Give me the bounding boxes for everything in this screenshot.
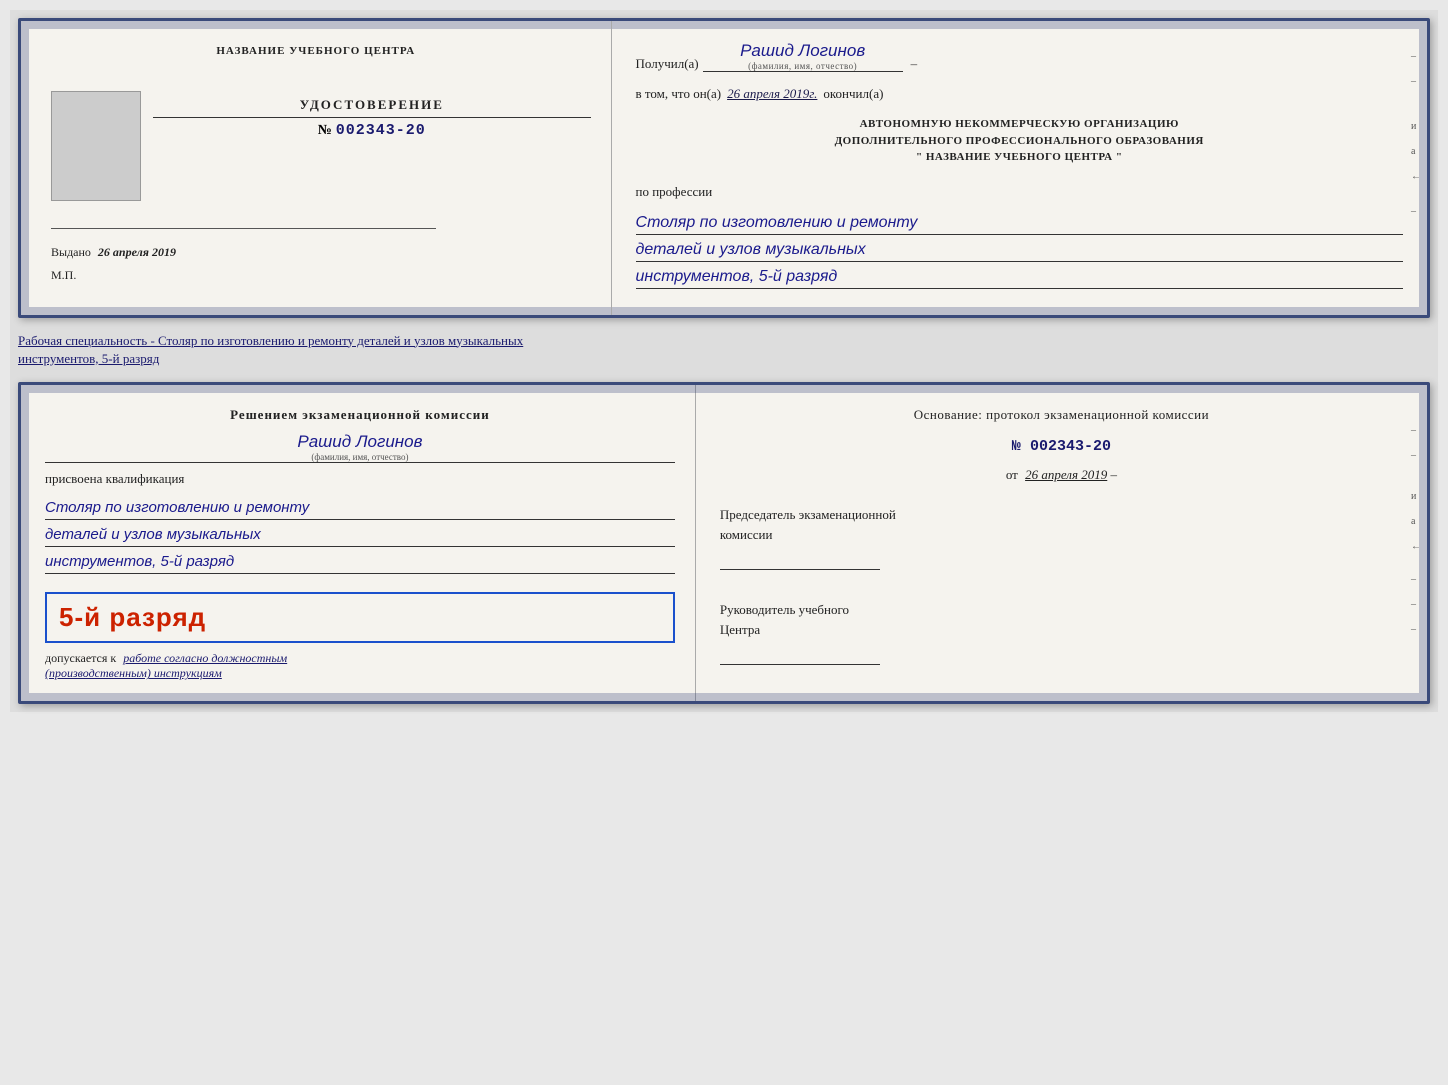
right-edge-marks: – – и а ← – <box>1411 51 1421 217</box>
chairman-sig-line <box>720 550 880 570</box>
org-block: АВТОНОМНУЮ НЕКОММЕРЧЕСКУЮ ОРГАНИЗАЦИЮ ДО… <box>636 116 1403 166</box>
date-value: 26 апреля 2019г. <box>727 86 817 102</box>
qual-text-3: инструментов, 5-й разряд <box>45 553 234 570</box>
from-date-line: от 26 апреля 2019 – <box>720 467 1403 483</box>
separator-text: Рабочая специальность - Столяр по изгото… <box>18 326 1430 374</box>
issued-date: 26 апреля 2019 <box>98 245 176 259</box>
org-name-top: НАЗВАНИЕ УЧЕБНОГО ЦЕНТРА <box>216 45 415 57</box>
profession-text-1: Столяр по изготовлению и ремонту <box>636 214 918 231</box>
допускается-text2: (производственным) инструкциям <box>45 666 222 680</box>
mp-label: М.П. <box>51 268 591 283</box>
profession-text-3: инструментов, 5-й разряд <box>636 268 838 285</box>
top-doc-right: – – и а ← – Получил(а) Рашид Логинов (фа… <box>612 21 1427 315</box>
issued-label: Выдано <box>51 245 91 259</box>
date-prefix: в том, что он(а) <box>636 86 722 102</box>
org-line3: " НАЗВАНИЕ УЧЕБНОГО ЦЕНТРА " <box>636 149 1403 166</box>
basis-text: Основание: протокол экзаменационной коми… <box>720 405 1403 425</box>
profession-lines: Столяр по изготовлению и ремонту деталей… <box>636 214 1403 295</box>
top-doc-left: НАЗВАНИЕ УЧЕБНОГО ЦЕНТРА УДОСТОВЕРЕНИЕ №… <box>21 21 612 315</box>
recipient-subtitle: (фамилия, имя, отчество) <box>748 61 857 71</box>
qual-line-2: деталей и узлов музыкальных <box>45 526 675 547</box>
cert-number: 002343-20 <box>336 122 426 139</box>
rank-box: 5-й разряд <box>45 592 675 643</box>
qual-line-1: Столяр по изготовлению и ремонту <box>45 499 675 520</box>
profession-line-2: деталей и узлов музыкальных <box>636 241 1403 262</box>
protocol-number: № 002343-20 <box>720 438 1403 455</box>
chairman-role: Председатель экзаменационной комиссии <box>720 505 1403 544</box>
org-line1: АВТОНОМНУЮ НЕКОММЕРЧЕСКУЮ ОРГАНИЗАЦИЮ <box>636 116 1403 133</box>
decision-subtitle: (фамилия, имя, отчество) <box>311 452 408 462</box>
decision-name-block: Рашид Логинов (фамилия, имя, отчество) <box>45 432 675 463</box>
recipient-line: Получил(а) Рашид Логинов (фамилия, имя, … <box>636 41 1403 72</box>
director-role: Руководитель учебного Центра <box>720 600 1403 639</box>
profession-label: по профессии <box>636 184 1403 200</box>
photo-placeholder <box>51 91 141 201</box>
qual-text-2: деталей и узлов музыкальных <box>45 526 261 543</box>
qual-line-3: инструментов, 5-й разряд <box>45 553 675 574</box>
допускается-prefix: допускается к <box>45 651 116 665</box>
bottom-doc-right: – – и а ← – – – Основание: протокол экза… <box>696 385 1427 702</box>
rank-text: 5-й разряд <box>59 602 206 632</box>
qual-label: присвоена квалификация <box>45 471 675 487</box>
profession-line-3: инструментов, 5-й разряд <box>636 268 1403 289</box>
допускается-text: работе согласно должностным <box>123 651 287 665</box>
director-sig-line <box>720 645 880 665</box>
recipient-prefix: Получил(а) <box>636 56 699 72</box>
top-document: НАЗВАНИЕ УЧЕБНОГО ЦЕНТРА УДОСТОВЕРЕНИЕ №… <box>18 18 1430 318</box>
bottom-document: Решением экзаменационной комиссии Рашид … <box>18 382 1430 705</box>
issued-line: Выдано 26 апреля 2019 <box>51 245 591 260</box>
from-prefix: от <box>1006 467 1018 482</box>
from-date: 26 апреля 2019 <box>1025 467 1107 482</box>
decision-name: Рашид Логинов <box>297 432 422 452</box>
profession-line-1: Столяр по изготовлению и ремонту <box>636 214 1403 235</box>
bottom-doc-left: Решением экзаменационной комиссии Рашид … <box>21 385 696 702</box>
director-block: Руководитель учебного Центра <box>720 600 1403 673</box>
profession-text-2: деталей и узлов музыкальных <box>636 241 866 258</box>
date-suffix: окончил(а) <box>823 86 883 102</box>
org-line2: ДОПОЛНИТЕЛЬНОГО ПРОФЕССИОНАЛЬНОГО ОБРАЗО… <box>636 133 1403 150</box>
right-edge-marks-bottom: – – и а ← – – – <box>1411 425 1421 635</box>
cert-title: УДОСТОВЕРЕНИЕ <box>153 97 591 113</box>
recipient-name: Рашид Логинов <box>732 41 873 61</box>
recipient-name-block: Рашид Логинов (фамилия, имя, отчество) <box>703 41 903 72</box>
dash: – <box>911 56 918 72</box>
допускается-line: допускается к работе согласно должностны… <box>45 651 675 681</box>
qual-text-1: Столяр по изготовлению и ремонту <box>45 499 309 516</box>
decision-text: Решением экзаменационной комиссии <box>45 405 675 425</box>
chairman-block: Председатель экзаменационной комиссии <box>720 505 1403 578</box>
qual-lines: Столяр по изготовлению и ремонту деталей… <box>45 499 675 580</box>
cert-number-prefix: № <box>318 123 332 139</box>
date-line: в том, что он(а) 26 апреля 2019г. окончи… <box>636 86 1403 102</box>
